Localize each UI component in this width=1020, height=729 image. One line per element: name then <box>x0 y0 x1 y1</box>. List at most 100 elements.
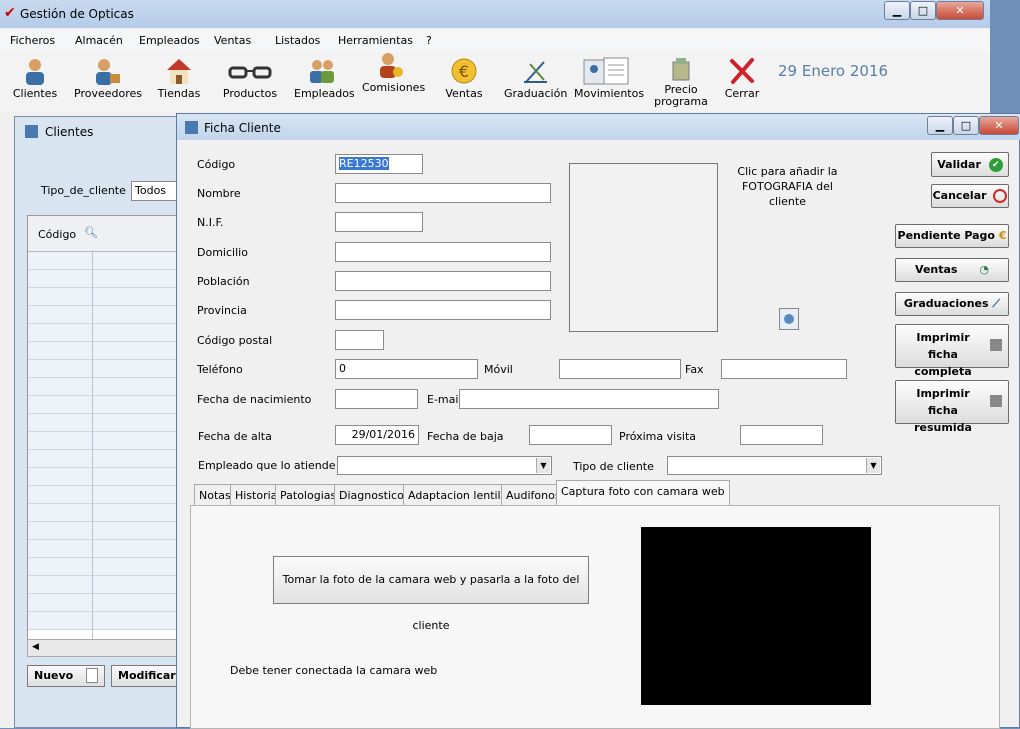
menu-ventas[interactable]: Ventas <box>214 34 251 47</box>
ficha-close-button[interactable]: ✕ <box>979 116 1019 135</box>
table-row[interactable] <box>28 522 194 540</box>
nif-field[interactable] <box>335 212 423 232</box>
toolbar-graduacion[interactable]: Graduación <box>504 52 567 110</box>
empleado-select[interactable]: ▼ <box>337 456 552 475</box>
grid-header: Código 🔍︎ <box>28 216 194 252</box>
imprimir-resumida-button[interactable]: Imprimir ficha resumida <box>895 380 1009 434</box>
ventas-button[interactable]: Ventas ◔ <box>895 258 1009 282</box>
table-row[interactable] <box>28 252 194 270</box>
clientes-title: Clientes <box>45 125 94 139</box>
toolbar-proveedores[interactable]: Proveedores <box>74 52 142 110</box>
toolbar-ventas[interactable]: € Ventas <box>440 52 488 110</box>
baja-field[interactable] <box>529 425 612 445</box>
tipo-cliente-select[interactable]: ▼ <box>667 456 882 475</box>
cp-field[interactable] <box>335 330 384 350</box>
close-button[interactable]: ✕ <box>936 1 984 20</box>
movil-field[interactable] <box>559 359 681 379</box>
label-telefono: Teléfono <box>197 363 243 376</box>
tab-patologias[interactable]: Patologias <box>275 484 342 505</box>
grid-column-divider <box>92 252 93 652</box>
clock-icon: ◔ <box>979 263 989 276</box>
graduaciones-button[interactable]: Graduaciones ⟋ <box>895 292 1009 316</box>
label-tipo: Tipo de cliente <box>573 460 654 473</box>
table-row[interactable] <box>28 450 194 468</box>
ficha-maximize-button[interactable]: □ <box>953 116 979 135</box>
nacimiento-field[interactable] <box>335 389 418 409</box>
toolbar-empleados[interactable]: Empleados <box>294 52 355 110</box>
capture-photo-button[interactable]: Tomar la foto de la camara web y pasarla… <box>273 556 589 632</box>
table-row[interactable] <box>28 324 194 342</box>
menu-empleados[interactable]: Empleados <box>139 34 200 47</box>
pendiente-pago-button[interactable]: Pendiente Pago € <box>895 224 1009 248</box>
photo-frame[interactable] <box>569 163 718 332</box>
new-document-icon <box>86 668 98 683</box>
fax-field[interactable] <box>721 359 847 379</box>
table-row[interactable] <box>28 342 194 360</box>
table-row[interactable] <box>28 432 194 450</box>
menu-listados[interactable]: Listados <box>275 34 320 47</box>
toolbar-movimientos[interactable]: Movimientos <box>574 52 644 110</box>
toolbar-precio-programa[interactable]: Precio programa <box>654 52 708 110</box>
check-icon: ✔ <box>988 158 1003 172</box>
search-icon[interactable]: 🔍︎ <box>84 226 98 239</box>
table-row[interactable] <box>28 378 194 396</box>
movements-icon <box>583 57 629 85</box>
price-icon <box>672 58 690 81</box>
toolbar-cerrar[interactable]: Cerrar <box>720 52 764 110</box>
codigo-field[interactable]: RE12530 <box>335 154 423 174</box>
imprimir-completa-button[interactable]: Imprimir ficha completa <box>895 324 1009 378</box>
table-row[interactable] <box>28 270 194 288</box>
nombre-field[interactable] <box>335 183 551 203</box>
table-row[interactable] <box>28 360 194 378</box>
table-row[interactable] <box>28 576 194 594</box>
poblacion-field[interactable] <box>335 271 551 291</box>
toolbar-productos[interactable]: Productos <box>222 52 278 110</box>
tab-panel-captura: Tomar la foto de la camara web y pasarla… <box>190 505 1000 729</box>
table-row[interactable] <box>28 288 194 306</box>
webcam-preview <box>641 527 871 705</box>
window-icon <box>25 125 38 138</box>
table-row[interactable] <box>28 486 194 504</box>
table-row[interactable] <box>28 594 194 612</box>
table-row[interactable] <box>28 396 194 414</box>
telefono-field[interactable]: 0 <box>335 359 478 379</box>
menu-bar: Ficheros Almacén Empleados Ventas Listad… <box>0 30 990 52</box>
tab-captura-foto[interactable]: Captura foto con camara web <box>556 480 730 506</box>
ficha-minimize-button[interactable]: ▁ <box>927 116 953 135</box>
scroll-left-icon[interactable]: ◀ <box>32 642 39 652</box>
menu-ficheros[interactable]: Ficheros <box>10 34 55 47</box>
maximize-button[interactable]: □ <box>910 1 936 20</box>
table-row[interactable] <box>28 540 194 558</box>
toolbar-comisiones[interactable]: Comisiones <box>362 46 425 104</box>
provincia-field[interactable] <box>335 300 551 320</box>
table-row[interactable] <box>28 468 194 486</box>
app-logo-icon: ✔ <box>4 5 16 21</box>
toolbar-tiendas[interactable]: Tiendas <box>156 52 202 110</box>
graduation-icon <box>524 61 547 83</box>
photo-icon[interactable] <box>779 308 799 330</box>
table-row[interactable] <box>28 306 194 324</box>
camera-note: Debe tener conectada la camara web <box>230 664 438 677</box>
col-codigo-header[interactable]: Código <box>38 228 76 241</box>
table-row[interactable] <box>28 504 194 522</box>
nuevo-button[interactable]: Nuevo <box>27 665 105 687</box>
label-empleado: Empleado que lo atiende <box>198 459 336 472</box>
email-field[interactable] <box>459 389 719 409</box>
graduation-icon: ⟋ <box>992 297 1001 310</box>
label-nombre: Nombre <box>197 187 241 200</box>
chevron-down-icon: ▼ <box>536 458 550 473</box>
domicilio-field[interactable] <box>335 242 551 262</box>
horizontal-scrollbar[interactable]: ◀ <box>27 639 193 657</box>
menu-help[interactable]: ? <box>426 34 432 47</box>
alta-field[interactable]: 29/01/2016 <box>335 425 419 445</box>
table-row[interactable] <box>28 414 194 432</box>
cancelar-button[interactable]: Cancelar <box>931 184 1009 208</box>
table-row[interactable] <box>28 558 194 576</box>
toolbar-clientes[interactable]: Clientes <box>10 52 60 110</box>
supplier-icon <box>96 59 120 85</box>
menu-almacen[interactable]: Almacén <box>75 34 123 47</box>
validar-button[interactable]: Validar ✔ <box>931 152 1009 177</box>
minimize-button[interactable]: ▁ <box>884 1 910 20</box>
table-row[interactable] <box>28 612 194 630</box>
proxima-field[interactable] <box>740 425 823 445</box>
